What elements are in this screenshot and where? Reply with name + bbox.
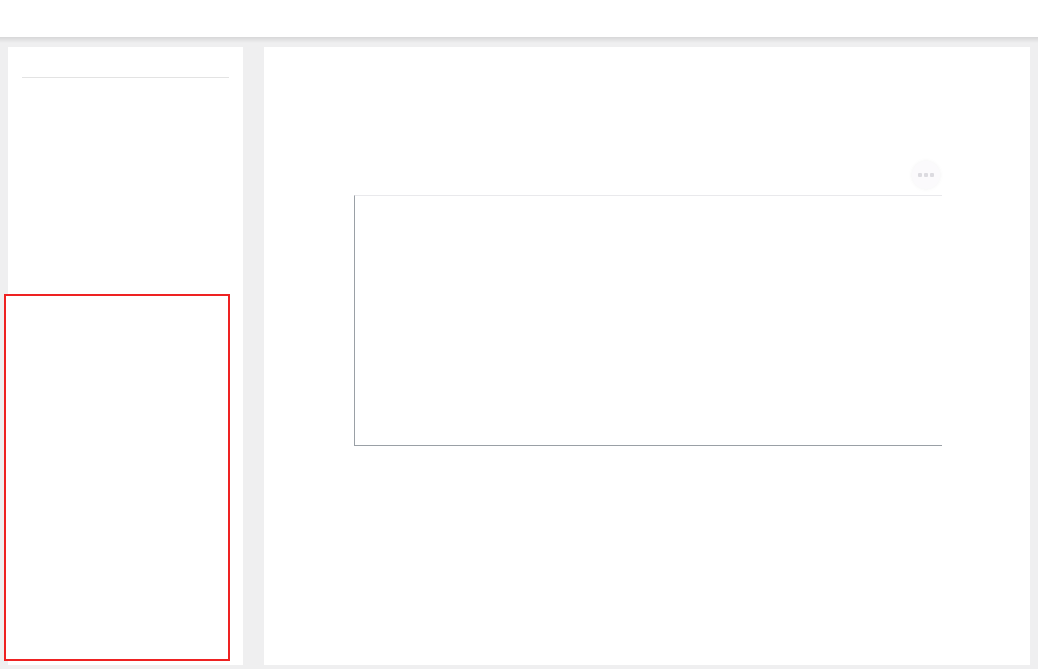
main-content-panel bbox=[264, 47, 1030, 665]
webservice-calls-chart bbox=[290, 187, 1004, 517]
more-dot-2 bbox=[924, 173, 928, 177]
top-navigation-bar bbox=[0, 0, 1038, 37]
nav-items-container bbox=[0, 0, 1038, 37]
chart-bars bbox=[355, 196, 942, 445]
chart-x-axis-labels bbox=[354, 451, 942, 491]
period-selector bbox=[304, 93, 1018, 108]
sidebar-divider bbox=[22, 77, 229, 78]
chart-x-axis bbox=[354, 445, 942, 450]
more-options-button[interactable] bbox=[912, 161, 940, 189]
webservices-panel bbox=[4, 294, 230, 661]
chart-y-axis-ticks bbox=[316, 195, 352, 445]
more-dot-3 bbox=[930, 173, 934, 177]
chart-legend bbox=[598, 530, 898, 534]
chart-plot-area bbox=[354, 195, 942, 445]
page-body bbox=[0, 43, 1038, 669]
more-dot-1 bbox=[918, 173, 922, 177]
